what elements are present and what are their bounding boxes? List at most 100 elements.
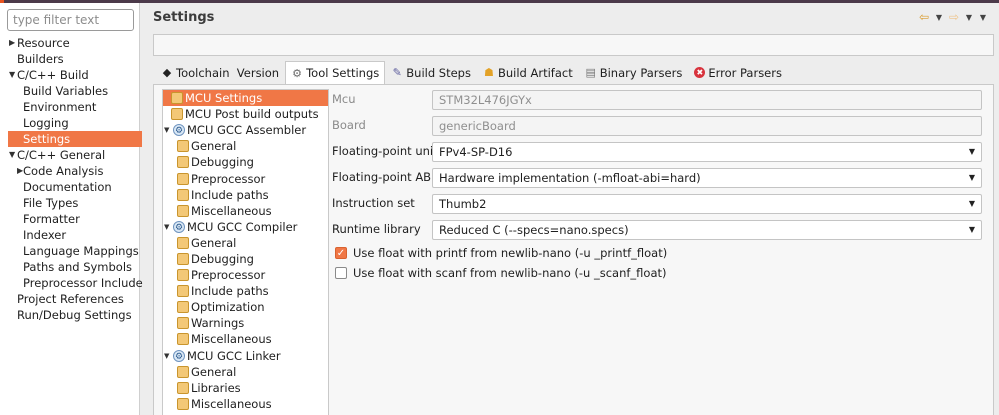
tree-item-miscellaneous[interactable]: Miscellaneous bbox=[163, 203, 328, 219]
properties-tree: ▶ Resource Builders ▼ C/C++ Build Build Varia… bbox=[0, 35, 143, 323]
printf-float-label: Use float with printf from newlib-nano (… bbox=[353, 246, 668, 260]
tree-item-label: Libraries bbox=[191, 380, 241, 395]
nav-item-language-mappings[interactable]: Language Mappings bbox=[0, 243, 140, 259]
nav-item-c-c-build[interactable]: ▼ C/C++ Build bbox=[0, 67, 140, 83]
expanded-arrow-icon[interactable]: ▼ bbox=[164, 219, 173, 235]
tree-item-general[interactable]: General bbox=[163, 138, 328, 154]
instruction-set-select[interactable]: Thumb2 ▼ bbox=[432, 194, 982, 214]
configuration-panel bbox=[153, 34, 994, 56]
nav-item-code-analysis[interactable]: ▶ Code Analysis bbox=[0, 163, 140, 179]
tree-item-general[interactable]: General bbox=[163, 364, 328, 380]
tree-item-label: MCU GCC Compiler bbox=[187, 219, 298, 234]
forward-dropdown-icon[interactable]: ▼ bbox=[963, 13, 975, 22]
page-navigation-toolbar: ⇦ ▼ ⇨ ▼ ▼ bbox=[917, 10, 989, 24]
nav-item-label: Formatter bbox=[23, 212, 80, 226]
tab-error-parsers[interactable]: ✖ Error Parsers bbox=[688, 61, 788, 83]
options-folder-icon bbox=[177, 188, 189, 201]
checkbox-checked-icon[interactable]: ✓ bbox=[335, 247, 347, 259]
nav-item-run-debug-settings[interactable]: Run/Debug Settings bbox=[0, 307, 140, 323]
tree-item-include-paths[interactable]: Include paths bbox=[163, 187, 328, 203]
tab-label: Build Steps bbox=[406, 65, 471, 80]
nav-item-label: File Types bbox=[23, 196, 79, 210]
nav-item-c-c-general[interactable]: ▼ C/C++ General bbox=[0, 147, 140, 163]
tree-item-label: General bbox=[191, 235, 237, 250]
mcu-label: Mcu bbox=[332, 92, 356, 106]
nav-item-environment[interactable]: Environment bbox=[0, 99, 140, 115]
nav-item-resource[interactable]: ▶ Resource bbox=[0, 35, 140, 51]
tree-item-warnings[interactable]: Warnings bbox=[163, 315, 328, 331]
back-dropdown-icon[interactable]: ▼ bbox=[933, 13, 945, 22]
tab-toolchain-version[interactable]: ◆ Toolchain Version bbox=[155, 61, 285, 83]
view-menu-icon[interactable]: ▼ bbox=[977, 13, 989, 22]
nav-item-documentation[interactable]: Documentation bbox=[0, 179, 140, 195]
tree-item-mcu-gcc-compiler[interactable]: ▼ ⚙ MCU GCC Compiler bbox=[163, 219, 328, 235]
nav-item-label: Indexer bbox=[23, 228, 67, 242]
tree-item-label: Include paths bbox=[191, 284, 269, 299]
nav-item-build-variables[interactable]: Build Variables bbox=[0, 83, 140, 99]
runtime-library-value: Reduced C (--specs=nano.specs) bbox=[439, 223, 629, 237]
checkbox-unchecked-icon[interactable] bbox=[335, 267, 347, 279]
collapsed-arrow-icon[interactable]: ▶ bbox=[17, 163, 23, 179]
tool-settings-tree: MCU Settings MCU Post build outputs ▼ ⚙ MCU … bbox=[162, 89, 329, 415]
tree-item-mcu-gcc-linker[interactable]: ▼ ⚙ MCU GCC Linker bbox=[163, 348, 328, 364]
expanded-arrow-icon[interactable]: ▼ bbox=[9, 147, 15, 163]
nav-item-indexer[interactable]: Indexer bbox=[0, 227, 140, 243]
tree-item-optimization[interactable]: Optimization bbox=[163, 299, 328, 315]
chevron-down-icon: ▼ bbox=[968, 173, 975, 182]
runtime-library-select[interactable]: Reduced C (--specs=nano.specs) ▼ bbox=[432, 220, 982, 240]
nav-item-label: Documentation bbox=[23, 180, 112, 194]
tab-build-steps[interactable]: ✎ Build Steps bbox=[385, 61, 477, 83]
tree-item-general[interactable]: General bbox=[163, 235, 328, 251]
nav-item-label: Environment bbox=[23, 100, 97, 114]
tab-tool-settings[interactable]: ⚙ Tool Settings bbox=[285, 61, 386, 84]
expanded-arrow-icon[interactable]: ▼ bbox=[164, 122, 173, 138]
tab-binary-parsers[interactable]: ▤ Binary Parsers bbox=[579, 61, 689, 83]
instruction-set-row: Instruction set Thumb2 ▼ bbox=[332, 194, 984, 214]
options-folder-icon bbox=[177, 381, 189, 394]
nav-item-formatter[interactable]: Formatter bbox=[0, 211, 140, 227]
fpu-select[interactable]: FPv4-SP-D16 ▼ bbox=[432, 142, 982, 162]
tree-item-miscellaneous[interactable]: Miscellaneous bbox=[163, 331, 328, 347]
nav-item-file-types[interactable]: File Types bbox=[0, 195, 140, 211]
printf-float-checkbox[interactable]: ✓ Use float with printf from newlib-nano… bbox=[335, 245, 667, 261]
expanded-arrow-icon[interactable]: ▼ bbox=[9, 67, 15, 83]
options-folder-icon bbox=[177, 156, 189, 169]
filter-field[interactable] bbox=[7, 9, 134, 31]
tree-item-miscellaneous[interactable]: Miscellaneous bbox=[163, 396, 328, 412]
tree-item-label: Include paths bbox=[191, 187, 269, 202]
forward-arrow-icon[interactable]: ⇨ bbox=[947, 10, 961, 24]
scanf-float-checkbox[interactable]: Use float with scanf from newlib-nano (-… bbox=[335, 265, 666, 281]
nav-item-paths-and-symbols[interactable]: Paths and Symbols bbox=[0, 259, 140, 275]
options-folder-icon bbox=[177, 317, 189, 330]
fpabi-select[interactable]: Hardware implementation (-mfloat-abi=har… bbox=[432, 168, 982, 188]
tree-item-label: Debugging bbox=[191, 251, 254, 266]
nav-item-project-references[interactable]: Project References bbox=[0, 291, 140, 307]
options-folder-icon bbox=[177, 365, 189, 378]
tree-item-preprocessor[interactable]: Preprocessor bbox=[163, 267, 328, 283]
tab-build-artifact[interactable]: ☗ Build Artifact bbox=[477, 61, 579, 83]
back-arrow-icon[interactable]: ⇦ bbox=[917, 10, 931, 24]
tree-item-include-paths[interactable]: Include paths bbox=[163, 283, 328, 299]
expanded-arrow-icon[interactable]: ▼ bbox=[164, 348, 173, 364]
tree-item-mcu-post-build-outputs[interactable]: MCU Post build outputs bbox=[163, 106, 328, 122]
tree-item-label: Miscellaneous bbox=[191, 203, 272, 218]
runtime-library-row: Runtime library Reduced C (--specs=nano.… bbox=[332, 220, 984, 240]
tree-item-libraries[interactable]: Libraries bbox=[163, 380, 328, 396]
nav-item-builders[interactable]: Builders bbox=[0, 51, 140, 67]
tree-item-debugging[interactable]: Debugging bbox=[163, 154, 328, 170]
filter-input[interactable] bbox=[8, 10, 133, 30]
tree-item-mcu-gcc-assembler[interactable]: ▼ ⚙ MCU GCC Assembler bbox=[163, 122, 328, 138]
tree-item-preprocessor[interactable]: Preprocessor bbox=[163, 170, 328, 186]
properties-navigation-pane: ▶ResourceBuilders▼C/C++ BuildBuild Varia… bbox=[0, 3, 143, 415]
tree-item-label: Preprocessor bbox=[191, 268, 266, 283]
nav-item-preprocessor-include[interactable]: Preprocessor Include bbox=[0, 275, 143, 291]
nav-item-label: Builders bbox=[17, 52, 64, 66]
tree-item-debugging[interactable]: Debugging bbox=[163, 251, 328, 267]
options-folder-icon bbox=[177, 397, 189, 410]
collapsed-arrow-icon[interactable]: ▶ bbox=[9, 35, 15, 51]
tool-settings-icon: ⚙ bbox=[292, 66, 303, 80]
tree-item-mcu-settings[interactable]: MCU Settings bbox=[163, 90, 328, 107]
nav-item-logging[interactable]: Logging bbox=[0, 115, 140, 131]
nav-item-settings[interactable]: Settings bbox=[8, 131, 142, 147]
window-top-bar bbox=[0, 0, 999, 3]
